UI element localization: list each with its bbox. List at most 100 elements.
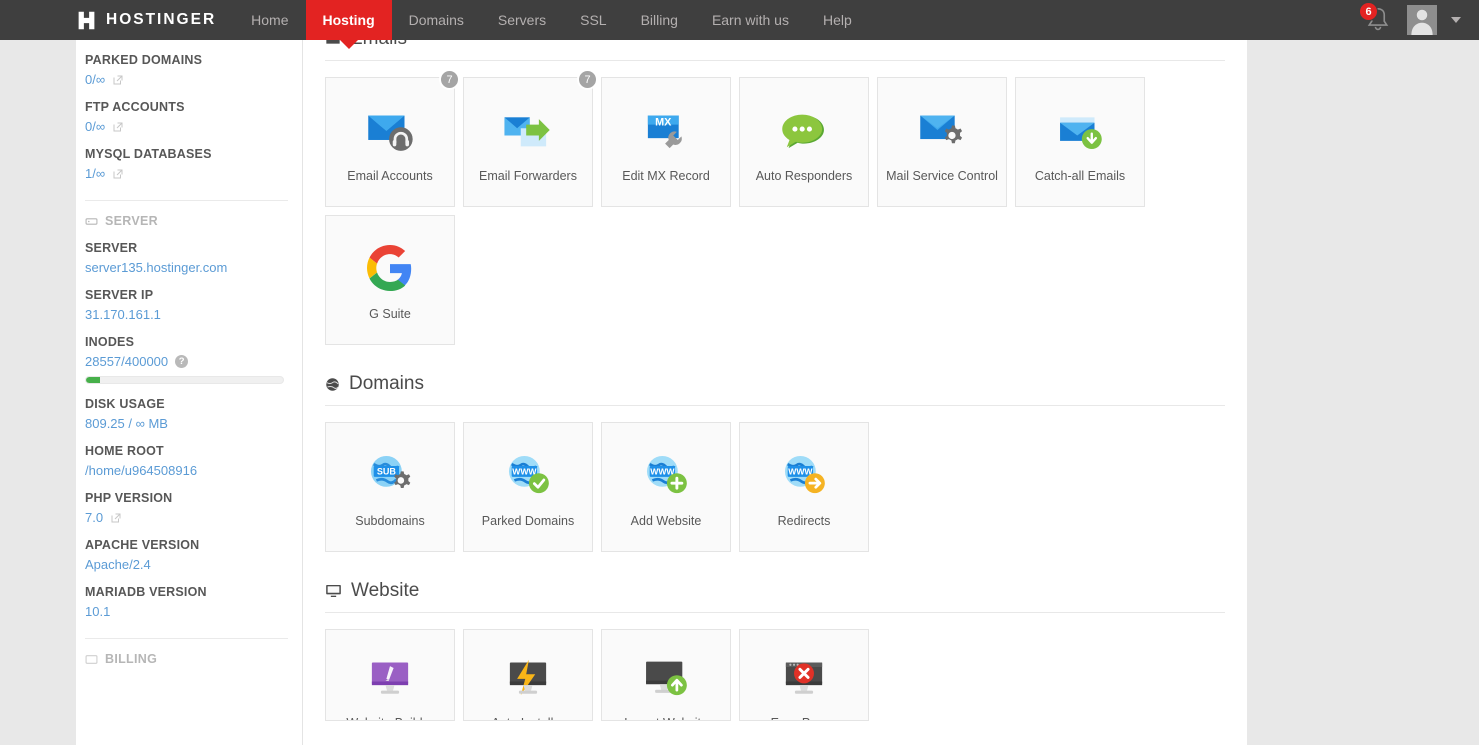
external-link-icon[interactable] <box>112 121 124 133</box>
sidebar-stat-label: APACHE VERSION <box>85 538 200 552</box>
nav-item-label: SSL <box>580 12 607 28</box>
nav-item-servers[interactable]: Servers <box>481 0 563 40</box>
nav-item-label: Earn with us <box>711 12 789 28</box>
card-mail-service-control[interactable]: Mail Service Control <box>877 77 1007 207</box>
section-title: Emails <box>350 40 407 50</box>
card-website-builder[interactable]: Website Builder <box>325 629 455 721</box>
card-subdomains[interactable]: SUB Subdomains <box>325 422 455 552</box>
card-g-suite[interactable]: G Suite <box>325 215 455 345</box>
nav-item-earn-with-us[interactable]: Earn with us <box>695 0 806 40</box>
sidebar-stat-value[interactable]: 7.0 <box>85 510 288 525</box>
card-error-pages[interactable]: Error Pages <box>739 629 869 721</box>
card-label: Edit MX Record <box>622 168 710 183</box>
active-tab-pointer <box>339 40 358 49</box>
card-grid-domains: SUB Subdomains WWW Parked Domains WWW Ad… <box>325 422 1225 552</box>
section-header-website: Website <box>325 580 1225 613</box>
sidebar-stat-value[interactable]: 1/∞ <box>85 166 288 181</box>
card-grid-website: Website Builder Auto Installer Import We… <box>325 629 1225 721</box>
card-parked-domains[interactable]: WWW Parked Domains <box>463 422 593 552</box>
nav-item-label: Hosting <box>322 12 375 28</box>
top-navigation-bar: HOSTINGER Home Hosting Domains Servers SSL Bi… <box>0 0 1479 49</box>
help-icon[interactable]: ? <box>175 355 189 368</box>
sidebar-stat-value: /home/u964508916 <box>85 463 288 478</box>
sidebar-stat-server-ip: SERVER IP 31.170.161.1 <box>85 275 302 322</box>
brand-logo-area[interactable]: HOSTINGER <box>0 0 234 40</box>
section-title: Domains <box>349 373 424 394</box>
external-link-icon[interactable] <box>112 168 124 180</box>
sidebar-stat-value-text: /home/u964508916 <box>85 463 198 478</box>
user-avatar[interactable] <box>1407 5 1437 35</box>
monitor-icon <box>325 583 342 599</box>
sidebar-stat-label: PARKED DOMAINS <box>85 53 203 67</box>
card-auto-responders[interactable]: Auto Responders <box>739 77 869 207</box>
nav-item-ssl[interactable]: SSL <box>563 0 623 40</box>
sidebar-stat-mysql-databases: MYSQL DATABASES 1/∞ <box>85 134 302 181</box>
card-import-website[interactable]: Import Website <box>601 629 731 721</box>
sidebar-stat-value: server135.hostinger.com <box>85 260 288 275</box>
card-label: Redirects <box>777 513 831 528</box>
sidebar-stat-label: FTP ACCOUNTS <box>85 100 185 114</box>
sidebar-stat-apache-version: APACHE VERSION Apache/2.4 <box>85 525 302 572</box>
sidebar-stat-value-text: 809.25 / ∞ MB <box>85 416 168 431</box>
nav-item-hosting[interactable]: Hosting <box>305 0 392 49</box>
external-link-icon[interactable] <box>112 74 124 86</box>
sidebar-stat-disk-usage: DISK USAGE 809.25 / ∞ MB <box>85 384 302 431</box>
nav-item-domains[interactable]: Domains <box>392 0 481 40</box>
sidebar-stat-value: Apache/2.4 <box>85 557 288 572</box>
sidebar-stat-php-version: PHP VERSION 7.0 <box>85 478 302 525</box>
sidebar-stat-home-root: HOME ROOT/home/u964508916 <box>85 431 302 478</box>
sidebar-stat-value-text: 31.170.161.1 <box>85 307 161 322</box>
card-email-accounts[interactable]: 7 Email Accounts <box>325 69 460 207</box>
avatar-icon <box>1411 9 1433 35</box>
card-label: Error Pages <box>767 716 842 720</box>
sidebar-stat-label: HOME ROOT <box>85 444 164 458</box>
card-redirects[interactable]: WWW Redirects <box>739 422 869 552</box>
card-label: Parked Domains <box>481 513 575 528</box>
sidebar-stat-value[interactable]: 0/∞ <box>85 72 288 87</box>
sidebar-stat-label: DISK USAGE <box>85 397 165 411</box>
sidebar-stat-label: MARIADB VERSION <box>85 585 207 599</box>
sidebar: PARKED DOMAINS 0/∞ FTP ACCOUNTS 0/∞ MYSQL … <box>76 40 303 745</box>
sidebar-stat-value: 31.170.161.1 <box>85 307 288 322</box>
card-label: Import Website <box>620 716 712 720</box>
notifications-button[interactable]: 6 <box>1359 2 1393 35</box>
section-header-emails: Emails <box>325 40 1225 61</box>
nav-item-help[interactable]: Help <box>806 0 869 40</box>
card-catch-all-emails[interactable]: Catch-all Emails <box>1015 77 1145 207</box>
page-container: PARKED DOMAINS 0/∞ FTP ACCOUNTS 0/∞ MYSQL … <box>76 40 1247 745</box>
card-auto-installer[interactable]: Auto Installer <box>463 629 593 721</box>
auto-responders-icon <box>771 101 837 159</box>
card-label: G Suite <box>369 306 411 321</box>
sidebar-stat-label: MYSQL DATABASES <box>85 147 212 161</box>
website-builder-icon <box>357 648 423 706</box>
nav-item-label: Servers <box>497 12 547 28</box>
card-count-badge: 7 <box>439 69 460 90</box>
card-label: Catch-all Emails <box>1034 168 1126 183</box>
mail-service-control-icon <box>909 101 975 159</box>
sidebar-section-label: BILLING <box>105 652 158 666</box>
sidebar-stat-label: INODES <box>85 335 135 349</box>
section-website: Website Website Builder Auto Installer <box>325 580 1225 721</box>
card-add-website[interactable]: WWW Add Website <box>601 422 731 552</box>
card-label: Mail Service Control <box>886 168 998 183</box>
nav-item-label: Home <box>251 12 289 28</box>
card-email-forwarders[interactable]: 7 Email Forwarders <box>463 69 598 207</box>
sidebar-stat-server: SERVER server135.hostinger.com <box>85 228 302 275</box>
card-label: Email Forwarders <box>479 168 577 183</box>
sidebar-stat-value[interactable]: 0/∞ <box>85 119 288 134</box>
user-menu-chevron-down-icon[interactable] <box>1451 17 1461 23</box>
nav-item-home[interactable]: Home <box>234 0 305 40</box>
auto-installer-icon <box>495 648 561 706</box>
nav-item-label: Domains <box>408 12 464 28</box>
external-link-icon[interactable] <box>110 512 122 524</box>
sidebar-stat-value-text: 0/∞ <box>85 72 106 87</box>
add-website-icon: WWW <box>633 446 699 504</box>
hostinger-logo-icon <box>76 10 97 31</box>
svg-text:SUB: SUB <box>377 466 397 476</box>
nav-item-billing[interactable]: Billing <box>624 0 695 40</box>
sidebar-stat-value: 809.25 / ∞ MB <box>85 416 288 431</box>
card-edit-mx-record[interactable]: MX Edit MX Record <box>601 77 731 207</box>
sidebar-stat-ftp-accounts: FTP ACCOUNTS 0/∞ <box>85 87 302 134</box>
sidebar-stat-label: SERVER IP <box>85 288 154 302</box>
mx-record-icon: MX <box>633 101 699 159</box>
